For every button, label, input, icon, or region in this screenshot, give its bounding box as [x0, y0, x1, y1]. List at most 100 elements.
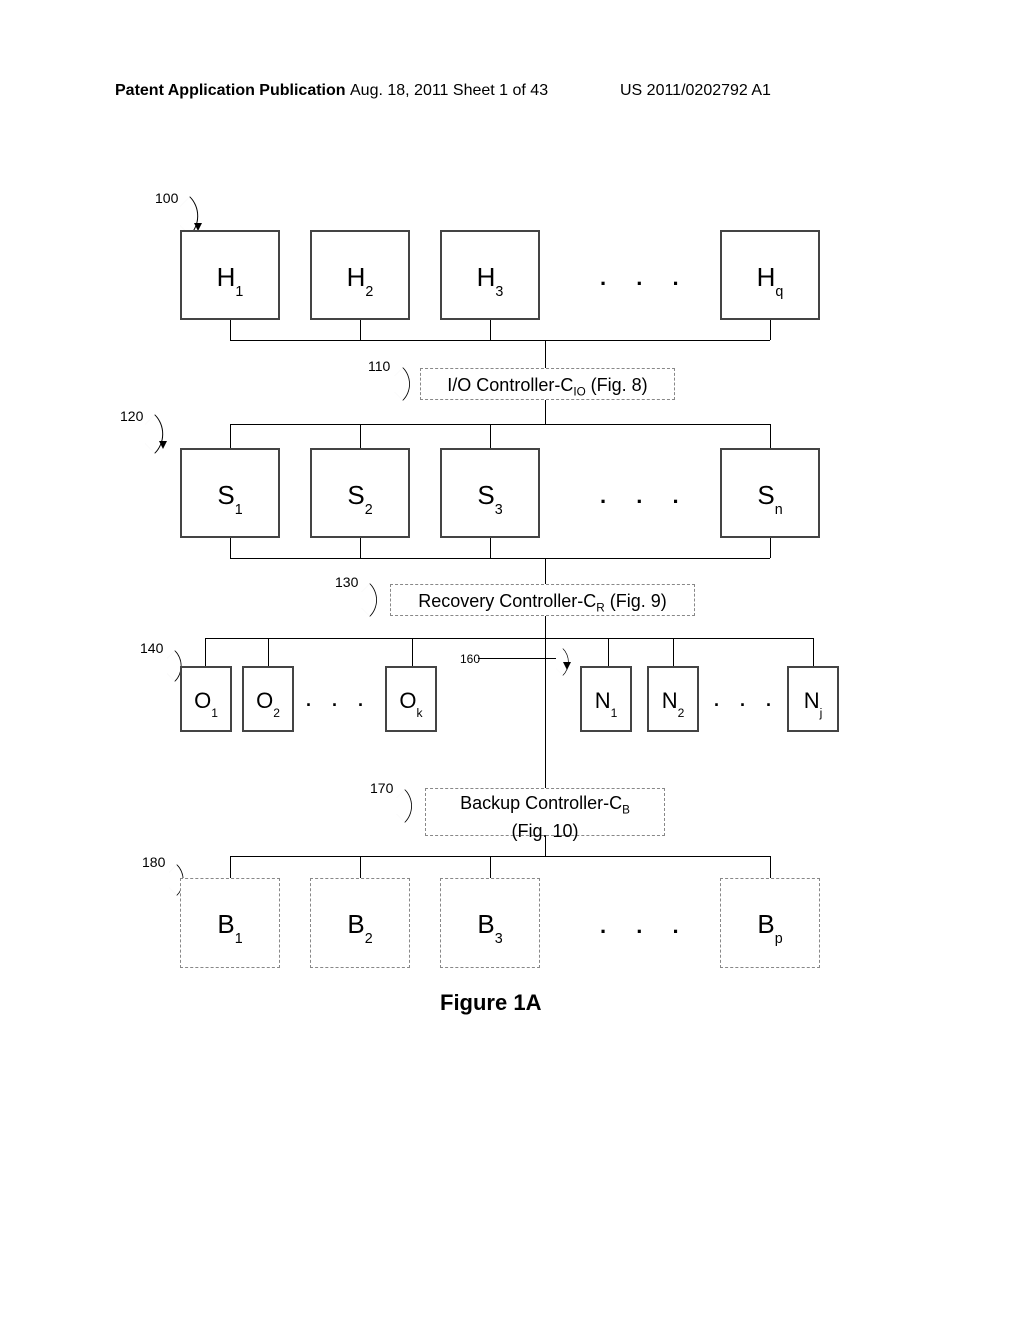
h2-sub: 2: [365, 284, 373, 300]
io-controller-box: I/O Controller-CIO (Fig. 8): [420, 368, 675, 400]
box-n1: N1: [580, 666, 632, 732]
b2-sym: B: [347, 909, 364, 939]
lead-160-h: [478, 658, 556, 659]
box-o2: O2: [242, 666, 294, 732]
arrow-120: [159, 441, 167, 449]
conn-b3: [490, 856, 491, 878]
ok-sub: k: [417, 706, 423, 720]
ref-160: 160: [460, 652, 480, 666]
n2-sub: 2: [678, 706, 685, 720]
bus-s-bot: [230, 558, 770, 559]
conn-h3: [490, 320, 491, 340]
conn-s3-bot: [490, 538, 491, 558]
o1-sym: O: [194, 688, 211, 713]
header-right: US 2011/0202792 A1: [620, 82, 771, 100]
box-h1: H1: [180, 230, 280, 320]
conn-n1: [608, 638, 609, 666]
h3-sub: 3: [495, 284, 503, 300]
s2-sym: S: [347, 480, 364, 510]
io-post: (Fig. 8): [586, 375, 648, 395]
conn-s2-bot: [360, 538, 361, 558]
backup-controller-box: Backup Controller-CB (Fig. 10): [425, 788, 665, 836]
nj-sym: N: [804, 688, 820, 713]
io-sub: IO: [573, 386, 585, 399]
sn-sym: S: [757, 480, 774, 510]
bus-h: [230, 340, 770, 341]
hq-sub: q: [775, 284, 783, 300]
recovery-controller-box: Recovery Controller-CR (Fig. 9): [390, 584, 695, 616]
nj-sub: j: [820, 706, 823, 720]
bk-pre: Backup Controller-C: [460, 793, 622, 813]
dots-o: . . .: [306, 690, 371, 711]
dots-h: . . .: [600, 265, 691, 291]
s2-sub: 2: [365, 502, 373, 518]
box-o1: O1: [180, 666, 232, 732]
h3-sym: H: [477, 262, 496, 292]
s3-sym: S: [477, 480, 494, 510]
b3-sym: B: [477, 909, 494, 939]
conn-b2: [360, 856, 361, 878]
box-h3: H3: [440, 230, 540, 320]
box-n2: N2: [647, 666, 699, 732]
b2-sub: 2: [365, 931, 373, 947]
conn-sn-top: [770, 424, 771, 448]
ref-180: 180: [142, 854, 165, 870]
ref-170: 170: [370, 780, 393, 796]
n1-sub: 1: [611, 706, 618, 720]
conn-o2: [268, 638, 269, 666]
box-s1: S1: [180, 448, 280, 538]
conn-ok: [412, 638, 413, 666]
b1-sym: B: [217, 909, 234, 939]
hq-sym: H: [757, 262, 776, 292]
bus-s-top: [230, 424, 770, 425]
box-h2: H2: [310, 230, 410, 320]
box-s2: S2: [310, 448, 410, 538]
b1-sub: 1: [235, 931, 243, 947]
s1-sym: S: [217, 480, 234, 510]
box-s3: S3: [440, 448, 540, 538]
header-left: Patent Application Publication: [115, 82, 346, 100]
io-pre: I/O Controller-C: [447, 375, 573, 395]
conn-hq: [770, 320, 771, 340]
bp-sym: B: [757, 909, 774, 939]
rec-pre: Recovery Controller-C: [418, 591, 596, 611]
conn-n2: [673, 638, 674, 666]
box-nj: Nj: [787, 666, 839, 732]
conn-b1: [230, 856, 231, 878]
bus-on: [205, 638, 813, 639]
conn-s1-top: [230, 424, 231, 448]
ref-130: 130: [335, 574, 358, 590]
bp-sub: p: [775, 931, 783, 947]
b3-sub: 3: [495, 931, 503, 947]
drop-backup-down: [545, 836, 546, 856]
bus-b: [230, 856, 770, 857]
box-b1: B1: [180, 878, 280, 968]
lead-110: [386, 367, 420, 401]
conn-sn-bot: [770, 538, 771, 558]
dots-b: . . .: [600, 913, 691, 939]
conn-nj: [813, 638, 814, 666]
arrow-160: [563, 662, 571, 670]
o1-sub: 1: [211, 706, 218, 720]
ref-110: 110: [368, 358, 390, 374]
box-ok: Ok: [385, 666, 437, 732]
h2-sym: H: [347, 262, 366, 292]
drop-rec: [545, 558, 546, 584]
o2-sub: 2: [273, 706, 280, 720]
rec-post: (Fig. 9): [605, 591, 667, 611]
dots-s: . . .: [600, 483, 691, 509]
box-bp: Bp: [720, 878, 820, 968]
h1-sym: H: [217, 262, 236, 292]
figure-caption: Figure 1A: [440, 990, 541, 1016]
conn-h2: [360, 320, 361, 340]
ref-100: 100: [155, 190, 178, 206]
ok-sym: O: [399, 688, 416, 713]
conn-s2-top: [360, 424, 361, 448]
conn-s1-bot: [230, 538, 231, 558]
rec-sub: R: [596, 602, 604, 615]
n2-sym: N: [662, 688, 678, 713]
drop-io-down: [545, 400, 546, 424]
drop-io: [545, 340, 546, 368]
n1-sym: N: [595, 688, 611, 713]
o2-sym: O: [256, 688, 273, 713]
